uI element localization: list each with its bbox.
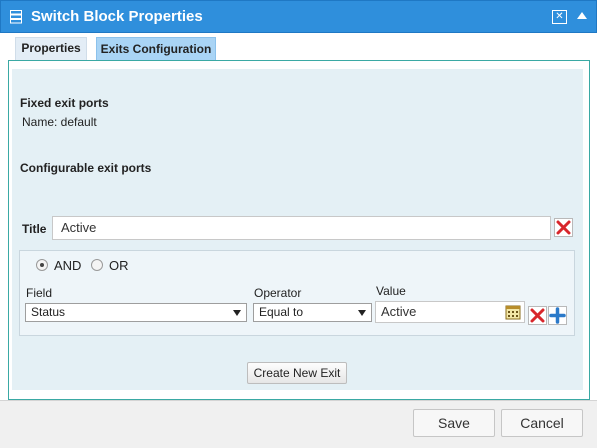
- tab-exits-configuration[interactable]: Exits Configuration: [96, 37, 216, 60]
- dialog-titlebar: Switch Block Properties ✕: [0, 0, 597, 33]
- field-select-value: Status: [31, 305, 66, 319]
- delete-icon: [556, 220, 571, 235]
- calendar-icon[interactable]: [505, 304, 521, 323]
- save-button[interactable]: Save: [413, 409, 495, 437]
- remove-condition-button[interactable]: [528, 306, 547, 325]
- chevron-down-icon: [233, 310, 241, 316]
- plus-icon: [549, 307, 566, 324]
- block-properties-icon: [10, 10, 22, 27]
- radio-selected-dot: [40, 263, 44, 267]
- create-new-exit-button[interactable]: Create New Exit: [247, 362, 347, 384]
- exit-title-label: Title: [22, 222, 47, 236]
- field-select[interactable]: Status: [25, 303, 247, 322]
- value-input[interactable]: Active: [375, 301, 525, 323]
- operator-label: Operator: [254, 286, 302, 300]
- configurable-exit-ports-heading: Configurable exit ports: [20, 161, 152, 175]
- field-label: Field: [26, 286, 53, 300]
- add-condition-button[interactable]: [548, 306, 567, 325]
- fixed-exit-name: Name: default: [22, 115, 97, 129]
- collapse-icon[interactable]: [577, 12, 587, 19]
- chevron-down-icon: [358, 310, 366, 316]
- exit-title-input[interactable]: Active: [52, 216, 551, 240]
- and-label: AND: [54, 258, 82, 273]
- operator-select-value: Equal to: [259, 305, 304, 319]
- delete-icon: [530, 308, 545, 323]
- fixed-exit-ports-heading: Fixed exit ports: [20, 96, 109, 110]
- cancel-button[interactable]: Cancel: [501, 409, 583, 437]
- operator-select[interactable]: Equal to: [253, 303, 372, 322]
- delete-exit-button[interactable]: [554, 218, 573, 237]
- or-radio[interactable]: [91, 259, 103, 271]
- dialog-title: Switch Block Properties: [31, 8, 203, 25]
- tab-properties[interactable]: Properties: [15, 37, 87, 60]
- and-radio[interactable]: [36, 259, 48, 271]
- close-icon[interactable]: ✕: [552, 10, 567, 24]
- value-label: Value: [376, 284, 406, 298]
- or-label: OR: [109, 258, 129, 273]
